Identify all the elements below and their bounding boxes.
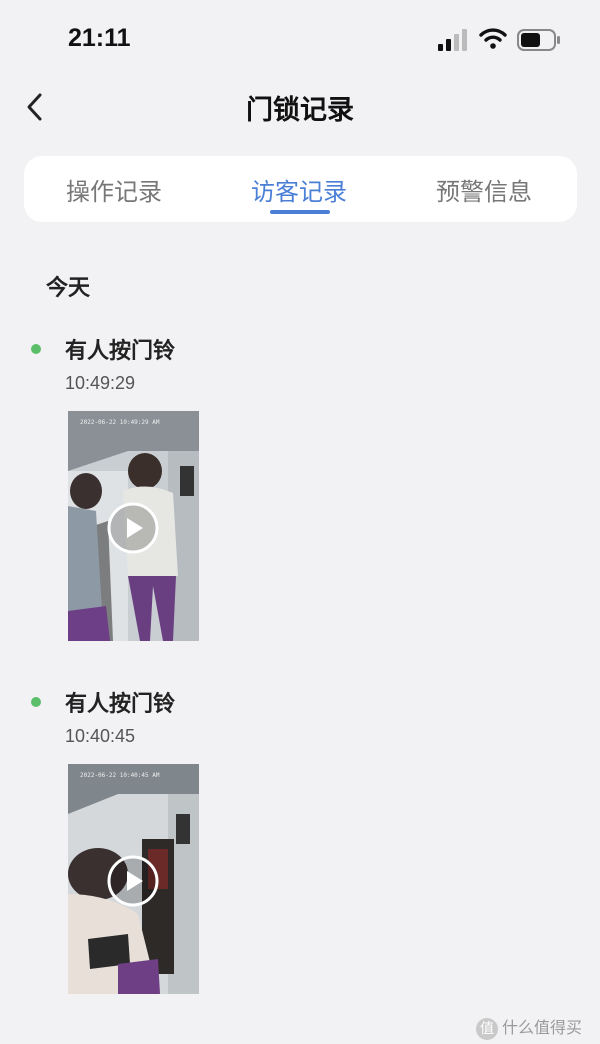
battery-icon [517,29,560,51]
page-title: 门锁记录 [246,95,354,126]
video-timestamp: 2022-06-22 10:49:29 AM [80,419,160,426]
section-date-heading: 今天 [46,276,91,301]
record-time: 10:40:45 [65,726,136,746]
wifi-icon [479,28,507,49]
tab-visitor-records[interactable]: 访客记录 [219,172,379,207]
tab-bar: 操作记录 访客记录 预警信息 [24,156,577,222]
status-dot [31,697,41,707]
watermark-text: 什么值得买 [502,1018,583,1037]
record-title: 有人按门铃 [65,692,176,717]
video-timestamp: 2022-06-22 10:40:45 AM [80,772,160,779]
video-thumbnail[interactable]: 2022-06-22 10:49:29 AM [68,411,199,641]
play-icon[interactable] [106,854,160,908]
status-dot [31,344,41,354]
list-item: 有人按门铃 10:40:45 2022-06-22 10:40:45 AM [0,686,600,1006]
signal-icon [438,29,467,51]
watermark-badge: 值 [476,1017,498,1040]
record-time: 10:49:29 [65,373,136,393]
active-tab-indicator [270,210,330,214]
record-title: 有人按门铃 [65,339,176,364]
play-icon[interactable] [106,501,160,555]
status-time: 21:11 [68,24,131,52]
video-thumbnail[interactable]: 2022-06-22 10:40:45 AM [68,764,199,994]
tab-warning-info[interactable]: 预警信息 [404,172,564,207]
status-bar: 21:11 [0,0,600,80]
list-item: 有人按门铃 10:49:29 2022-06-22 10:49:29 AM [0,333,600,653]
tab-operation-records[interactable]: 操作记录 [34,172,194,207]
watermark: 值什么值得买 [476,1014,582,1040]
